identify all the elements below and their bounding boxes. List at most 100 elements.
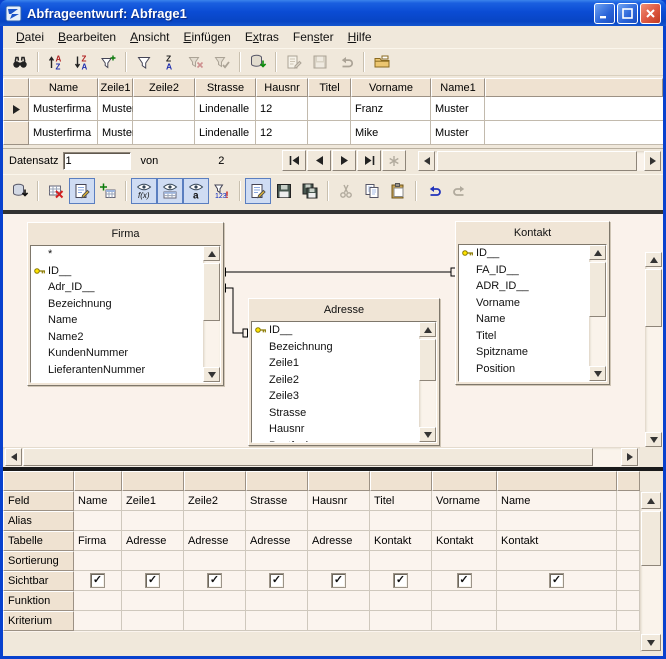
row-selector-current[interactable] [3, 97, 29, 121]
menu-datei[interactable]: Datei [9, 28, 51, 46]
scroll-up-button[interactable] [645, 252, 662, 267]
field-item[interactable]: * [31, 246, 203, 263]
field-list-scrollbar[interactable] [419, 322, 436, 442]
refresh-data-button[interactable] [245, 49, 271, 75]
field-item[interactable]: ID__ [459, 245, 589, 262]
grid-cell[interactable] [308, 511, 370, 531]
design-vertical-scrollbar[interactable] [645, 252, 662, 447]
field-item[interactable]: ADR_ID__ [459, 278, 589, 295]
grid-cell[interactable] [497, 611, 617, 631]
table-cell[interactable]: Lindenalle [195, 97, 256, 121]
sort-order-button[interactable]: ZA [157, 49, 183, 75]
grid-cell[interactable] [432, 591, 497, 611]
table-box-title[interactable]: Adresse [249, 299, 439, 321]
field-item[interactable]: Spitzname [459, 344, 589, 361]
grid-column-header[interactable] [122, 471, 184, 491]
sichtbar-checkbox[interactable] [331, 573, 346, 588]
scroll-up-icon[interactable] [589, 245, 606, 260]
grid-cell[interactable] [308, 611, 370, 631]
column-header[interactable]: Zeile1 [98, 78, 133, 97]
menu-extras[interactable]: Extras [238, 28, 286, 46]
sichtbar-checkbox[interactable] [269, 573, 284, 588]
column-header[interactable]: Name1 [431, 78, 485, 97]
table-name-button[interactable] [157, 178, 183, 204]
menu-ansicht[interactable]: Ansicht [123, 28, 176, 46]
close-button[interactable] [640, 3, 661, 24]
grid-cell[interactable] [432, 551, 497, 571]
field-item[interactable]: ID__ [252, 322, 419, 339]
table-cell[interactable] [308, 121, 351, 145]
sichtbar-checkbox[interactable] [90, 573, 105, 588]
menu-hilfe[interactable]: Hilfe [341, 28, 379, 46]
field-item[interactable]: Postfach [252, 438, 419, 443]
field-item[interactable]: KundenNummer [31, 345, 203, 362]
grid-cell[interactable]: Kontakt [497, 531, 617, 551]
autofilter-button[interactable] [95, 49, 121, 75]
scroll-down-button[interactable] [645, 432, 662, 447]
sort-ascending-button[interactable]: AZ [43, 49, 69, 75]
grid-column-header[interactable] [184, 471, 246, 491]
table-box-title[interactable]: Firma [28, 223, 223, 245]
column-header[interactable]: Vorname [351, 78, 431, 97]
scroll-left-button[interactable] [5, 448, 22, 466]
paste-button[interactable] [385, 178, 411, 204]
scroll-thumb[interactable] [645, 269, 662, 327]
run-query-button[interactable] [7, 178, 33, 204]
table-cell[interactable]: Lindenalle [195, 121, 256, 145]
table-cell[interactable]: Muster [431, 121, 485, 145]
save-record-button[interactable] [307, 49, 333, 75]
column-header[interactable]: Name [29, 78, 98, 97]
field-item[interactable]: FA_ID__ [459, 262, 589, 279]
grid-cell[interactable] [246, 611, 308, 631]
grid-cell[interactable]: Vorname [432, 491, 497, 511]
field-item[interactable]: Zeile1 [252, 355, 419, 372]
sichtbar-checkbox[interactable] [457, 573, 472, 588]
field-item[interactable]: Adr_ID__ [31, 279, 203, 296]
grid-cell[interactable] [308, 591, 370, 611]
grid-cell[interactable]: Strasse [246, 491, 308, 511]
scroll-thumb[interactable] [437, 151, 637, 171]
grid-cell[interactable]: Hausnr [308, 491, 370, 511]
field-item[interactable]: Hausnr [252, 421, 419, 438]
table-row[interactable]: Musterfirma Muster Lindenalle 12 Franz M… [3, 97, 663, 121]
field-item[interactable]: ID__ [31, 263, 203, 280]
table-box-title[interactable]: Kontakt [456, 222, 609, 244]
menu-fenster[interactable]: Fenster [286, 28, 341, 46]
grid-cell[interactable]: Firma [74, 531, 122, 551]
table-box-firma[interactable]: Firma * ID__ Adr_ID__ Bezeichnung Name N… [27, 222, 224, 386]
grid-vertical-scrollbar[interactable] [640, 491, 662, 652]
grid-cell[interactable] [432, 511, 497, 531]
field-item[interactable]: Name [31, 312, 203, 329]
scroll-down-icon[interactable] [203, 367, 220, 382]
save-as-button[interactable] [297, 178, 323, 204]
alias-button[interactable]: a [183, 178, 209, 204]
grid-cell[interactable] [370, 591, 432, 611]
grid-cell[interactable] [497, 551, 617, 571]
table-cell[interactable]: Franz [351, 97, 431, 121]
grid-cell[interactable]: Kontakt [370, 531, 432, 551]
new-record-button[interactable] [382, 150, 406, 171]
grid-cell[interactable] [246, 591, 308, 611]
sichtbar-checkbox[interactable] [145, 573, 160, 588]
apply-filter-button[interactable] [209, 49, 235, 75]
grid-cell[interactable]: Zeile2 [184, 491, 246, 511]
grid-column-header[interactable] [497, 471, 617, 491]
grid-cell[interactable] [122, 611, 184, 631]
field-item[interactable]: Position [459, 361, 589, 378]
design-horizontal-scrollbar[interactable] [3, 447, 640, 467]
grid-cell[interactable] [370, 551, 432, 571]
grid-column-header[interactable] [370, 471, 432, 491]
copy-button[interactable] [359, 178, 385, 204]
field-list-scrollbar[interactable] [203, 246, 220, 382]
edit-button[interactable] [245, 178, 271, 204]
field-item[interactable]: Strasse [252, 405, 419, 422]
find-record-button[interactable] [7, 49, 33, 75]
field-item[interactable]: Bezeichnung [252, 339, 419, 356]
table-box-kontakt[interactable]: Kontakt ID__ FA_ID__ ADR_ID__ Vorname Na… [455, 221, 610, 385]
table-cell[interactable]: Musterfirma [29, 97, 98, 121]
scroll-right-button[interactable] [644, 151, 661, 171]
column-header[interactable]: Hausnr [256, 78, 308, 97]
grid-cell[interactable] [432, 611, 497, 631]
next-record-button[interactable] [332, 150, 356, 171]
last-record-button[interactable] [357, 150, 381, 171]
